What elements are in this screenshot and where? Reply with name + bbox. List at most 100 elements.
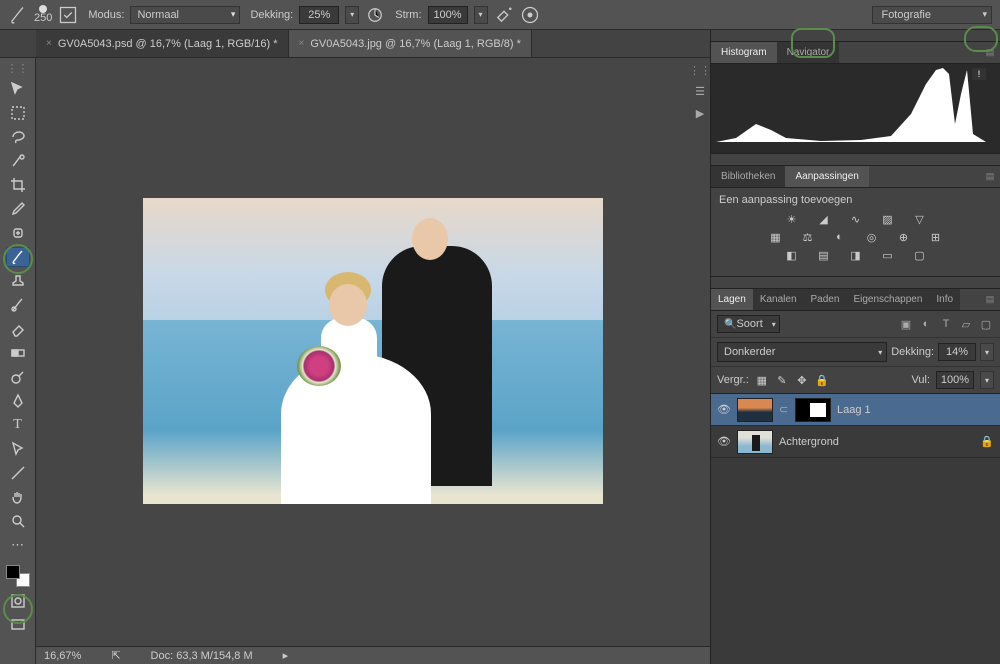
vibrance-icon[interactable]: ▽	[911, 212, 929, 226]
layer-row[interactable]: 👁 ⊂ Laag 1	[711, 394, 1000, 426]
tab-paths[interactable]: Paden	[804, 289, 847, 310]
share-icon[interactable]: ⇱	[111, 649, 120, 662]
history-brush-tool[interactable]	[6, 295, 30, 315]
healing-tool[interactable]	[6, 223, 30, 243]
lock-all-icon[interactable]: 🔒	[815, 373, 829, 387]
posterize-icon[interactable]: ▤	[815, 248, 833, 262]
mask-thumb[interactable]	[795, 398, 831, 422]
pressure-opacity-icon[interactable]	[365, 5, 385, 25]
type-filter-icon[interactable]: T	[938, 316, 954, 332]
lock-transparent-icon[interactable]: ▦	[755, 373, 769, 387]
panel-menu-icon[interactable]: ▤	[980, 166, 1000, 187]
canvas-area[interactable]	[36, 58, 710, 646]
levels-icon[interactable]: ◢	[815, 212, 833, 226]
screenmode-tool[interactable]	[6, 615, 30, 635]
visibility-icon[interactable]: 👁	[717, 435, 731, 448]
path-select-tool[interactable]	[6, 439, 30, 459]
stamp-tool[interactable]	[6, 271, 30, 291]
flow-input[interactable]: 100%	[428, 6, 468, 24]
layer-name[interactable]: Laag 1	[837, 404, 871, 416]
layer-thumb[interactable]	[737, 398, 773, 422]
opacity-dropdown[interactable]: ▾	[980, 343, 994, 361]
shape-filter-icon[interactable]: ▱	[958, 316, 974, 332]
brush-tool[interactable]	[6, 247, 30, 267]
brush-presets-icon[interactable]	[8, 5, 28, 25]
layer-opacity-input[interactable]: 14%	[938, 343, 976, 361]
foreground-color[interactable]	[6, 565, 20, 579]
actions-panel-icon[interactable]: ▶	[692, 105, 708, 121]
exposure-icon[interactable]: ▨	[879, 212, 897, 226]
colorlookup-icon[interactable]: ⊞	[927, 230, 945, 244]
selectivecolor-icon[interactable]: ▢	[911, 248, 929, 262]
doc-info-dropdown[interactable]: ▸	[283, 649, 289, 662]
opacity-input[interactable]: 25%	[299, 6, 339, 24]
blend-mode-select[interactable]: Normaal	[130, 6, 240, 24]
tab-channels[interactable]: Kanalen	[753, 289, 804, 310]
gradientmap-icon[interactable]: ▭	[879, 248, 897, 262]
doc-info[interactable]: Doc: 63,3 M/154,8 M	[151, 650, 253, 662]
pressure-size-icon[interactable]	[520, 5, 540, 25]
tab-psd[interactable]: × GV0A5043.psd @ 16,7% (Laag 1, RGB/16) …	[36, 30, 289, 57]
document-canvas[interactable]	[143, 198, 603, 504]
tab-properties[interactable]: Eigenschappen	[846, 289, 929, 310]
dock-handle[interactable]: ⋮⋮	[694, 64, 706, 77]
invert-icon[interactable]: ◧	[783, 248, 801, 262]
tab-histogram[interactable]: Histogram	[711, 42, 777, 63]
pixel-filter-icon[interactable]: ▣	[898, 316, 914, 332]
tab-jpg[interactable]: × GV0A5043.jpg @ 16,7% (Laag 1, RGB/8) *	[289, 30, 532, 57]
eraser-tool[interactable]	[6, 319, 30, 339]
toolbox-handle[interactable]: ⋮⋮	[12, 62, 24, 75]
colorbalance-icon[interactable]: ⚖	[799, 230, 817, 244]
brightness-icon[interactable]: ☀	[783, 212, 801, 226]
bw-icon[interactable]: ◐	[831, 230, 849, 244]
channelmixer-icon[interactable]: ⊕	[895, 230, 913, 244]
brush-panel-icon[interactable]	[58, 5, 78, 25]
move-tool[interactable]	[6, 79, 30, 99]
dodge-tool[interactable]	[6, 367, 30, 387]
threshold-icon[interactable]: ◨	[847, 248, 865, 262]
smart-filter-icon[interactable]: ▢	[978, 316, 994, 332]
kind-filter[interactable]: 🔍 Soort	[717, 315, 780, 333]
fill-input[interactable]: 100%	[936, 371, 974, 389]
gradient-tool[interactable]	[6, 343, 30, 363]
adjust-filter-icon[interactable]: ◐	[918, 316, 934, 332]
tab-layers[interactable]: Lagen	[711, 289, 753, 310]
tab-adjustments[interactable]: Aanpassingen	[785, 166, 868, 187]
lock-pixels-icon[interactable]: ✎	[775, 373, 789, 387]
visibility-icon[interactable]: 👁	[717, 403, 731, 416]
edit-toolbar[interactable]: ⋯	[6, 535, 30, 555]
tab-info[interactable]: Info	[929, 289, 960, 310]
lasso-tool[interactable]	[6, 127, 30, 147]
shape-tool[interactable]	[6, 463, 30, 483]
warning-icon[interactable]: !	[972, 68, 986, 80]
type-tool[interactable]: T	[6, 415, 30, 435]
hand-tool[interactable]	[6, 487, 30, 507]
crop-tool[interactable]	[6, 175, 30, 195]
quick-select-tool[interactable]	[6, 151, 30, 171]
panel-menu-icon[interactable]: ▤	[980, 42, 1000, 63]
pen-tool[interactable]	[6, 391, 30, 411]
airbrush-icon[interactable]	[494, 5, 514, 25]
flow-dropdown[interactable]: ▾	[474, 6, 488, 24]
layer-name[interactable]: Achtergrond	[779, 436, 839, 448]
layer-row[interactable]: 👁 Achtergrond 🔒	[711, 426, 1000, 458]
opacity-dropdown[interactable]: ▾	[345, 6, 359, 24]
hue-icon[interactable]: ▦	[767, 230, 785, 244]
close-icon[interactable]: ×	[299, 38, 305, 49]
marquee-tool[interactable]	[6, 103, 30, 123]
close-icon[interactable]: ×	[46, 38, 52, 49]
workspace-select[interactable]: Fotografie	[872, 6, 992, 24]
color-swatch[interactable]	[6, 565, 30, 587]
tab-libraries[interactable]: Bibliotheken	[711, 166, 785, 187]
zoom-tool[interactable]	[6, 511, 30, 531]
lock-position-icon[interactable]: ✥	[795, 373, 809, 387]
layer-thumb[interactable]	[737, 430, 773, 454]
quickmask-tool[interactable]	[6, 591, 30, 611]
layer-blend-select[interactable]: Donkerder	[717, 342, 887, 362]
fill-dropdown[interactable]: ▾	[980, 371, 994, 389]
curves-icon[interactable]: ∿	[847, 212, 865, 226]
zoom-level[interactable]: 16,67%	[44, 650, 81, 662]
tab-navigator[interactable]: Navigator	[777, 42, 840, 63]
history-panel-icon[interactable]: ☰	[692, 83, 708, 99]
brush-size-picker[interactable]: 250	[34, 5, 52, 24]
